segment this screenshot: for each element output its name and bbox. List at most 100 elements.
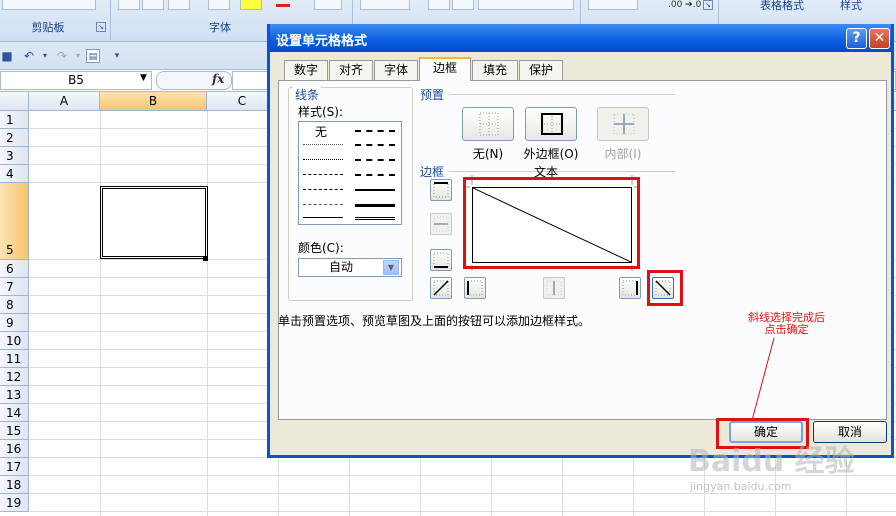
group-separator — [110, 0, 111, 40]
row-header[interactable]: 2 — [0, 129, 29, 147]
border-bottom-button[interactable] — [430, 249, 452, 271]
row-header[interactable]: 18 — [0, 476, 29, 494]
hint-text: 单击预置选项、预览草图及上面的按钮可以添加边框样式。 — [278, 314, 591, 328]
line-style-option[interactable] — [355, 217, 395, 220]
name-box[interactable]: B5 — [0, 71, 152, 90]
border-middle-horizontal-button[interactable] — [430, 213, 452, 235]
table-format-label[interactable]: 表格格式 — [760, 0, 804, 13]
preset-none-label: 无(N) — [472, 147, 504, 161]
paste-button[interactable] — [2, 0, 96, 10]
font-dropdown-button[interactable] — [314, 0, 342, 10]
column-header-a[interactable]: A — [29, 92, 100, 111]
tab-fill[interactable]: 填充 — [472, 60, 518, 80]
chart-icon[interactable]: ▤ — [86, 49, 100, 63]
close-button[interactable]: ✕ — [869, 28, 890, 49]
row-header[interactable]: 13 — [0, 386, 29, 404]
row-header-selected[interactable]: 5 — [0, 183, 29, 260]
diagonal-button-highlight-box — [647, 270, 683, 306]
italic-button[interactable] — [142, 0, 164, 10]
preset-inside-button[interactable] — [597, 107, 649, 141]
column-header-b[interactable]: B — [100, 92, 207, 111]
customize-qat-icon[interactable]: ▾ — [110, 49, 124, 63]
group-label-font: 字体 — [209, 21, 231, 34]
border-middle-vertical-button[interactable] — [543, 277, 565, 299]
save-icon[interactable]: ■ — [0, 49, 14, 63]
undo-icon[interactable]: ↶ — [22, 49, 36, 63]
line-style-option[interactable] — [355, 174, 395, 176]
row-header[interactable]: 14 — [0, 404, 29, 422]
line-style-list[interactable]: 无 — [298, 121, 402, 225]
line-style-option[interactable] — [303, 189, 343, 190]
row-header[interactable]: 4 — [0, 165, 29, 183]
line-style-none[interactable]: 无 — [315, 123, 327, 140]
fill-handle[interactable] — [203, 256, 208, 261]
indent-button-2[interactable] — [452, 0, 474, 10]
tab-number[interactable]: 数字 — [284, 60, 328, 80]
border-left-button[interactable] — [464, 277, 486, 299]
row-header[interactable]: 11 — [0, 350, 29, 368]
row-header[interactable]: 8 — [0, 296, 29, 314]
redo-dropdown-icon[interactable]: ▾ — [71, 49, 85, 63]
line-style-option[interactable] — [303, 217, 343, 218]
line-style-option[interactable] — [355, 144, 395, 146]
border-diagonal-up-button[interactable] — [430, 277, 452, 299]
decimal-buttons[interactable]: .00 ➔.0 — [668, 0, 701, 10]
styles-label[interactable]: 样式 — [840, 0, 862, 13]
row-header[interactable]: 10 — [0, 332, 29, 350]
row-header[interactable]: 7 — [0, 278, 29, 296]
diagonal-up-icon — [433, 280, 449, 296]
tab-alignment[interactable]: 对齐 — [329, 60, 373, 80]
align-buttons[interactable] — [360, 0, 410, 10]
row-header[interactable]: 16 — [0, 440, 29, 458]
color-value: 自动 — [328, 260, 353, 274]
preset-outline-button[interactable] — [525, 107, 577, 141]
select-all-corner[interactable] — [0, 92, 29, 111]
preset-none-button[interactable] — [462, 107, 514, 141]
indent-button[interactable] — [428, 0, 450, 10]
row-header[interactable]: 3 — [0, 147, 29, 165]
border-top-button[interactable] — [430, 179, 452, 201]
color-dropdown-icon[interactable]: ▼ — [383, 260, 399, 275]
wrap-text-button[interactable] — [478, 0, 574, 10]
help-button[interactable]: ? — [846, 28, 867, 49]
border-right-button[interactable] — [619, 277, 641, 299]
clipboard-launcher-icon[interactable]: ↘ — [96, 22, 106, 32]
border-middle-vertical-icon — [546, 280, 562, 296]
line-style-option[interactable] — [303, 174, 343, 175]
dialog-titlebar[interactable]: 设置单元格格式 ? ✕ — [270, 24, 891, 52]
border-button[interactable] — [208, 0, 230, 10]
row-header[interactable]: 17 — [0, 458, 29, 476]
number-launcher-icon[interactable]: ↘ — [703, 0, 713, 10]
line-style-option[interactable] — [303, 159, 343, 160]
redo-icon[interactable]: ↷ — [55, 49, 69, 63]
insert-function-icon[interactable]: fx — [212, 72, 224, 86]
undo-dropdown-icon[interactable]: ▾ — [38, 49, 52, 63]
active-cell-b5[interactable] — [100, 186, 208, 259]
bold-button[interactable] — [118, 0, 140, 10]
fill-color-button[interactable] — [240, 0, 262, 10]
line-section-label: 线条 — [293, 86, 322, 103]
tab-protection[interactable]: 保护 — [519, 60, 563, 80]
number-format-button[interactable] — [588, 0, 638, 10]
row-header[interactable]: 1 — [0, 111, 29, 129]
name-box-dropdown-icon[interactable]: ▼ — [140, 73, 147, 83]
line-style-option[interactable] — [303, 204, 343, 205]
format-cells-dialog: 设置单元格格式 ? ✕ 数字 对齐 字体 边框 填充 保护 线条 样式(S): … — [267, 24, 894, 458]
line-style-option[interactable] — [355, 204, 395, 207]
row-header[interactable]: 15 — [0, 422, 29, 440]
line-style-option[interactable] — [355, 159, 395, 161]
row-header[interactable]: 19 — [0, 494, 29, 512]
tab-border[interactable]: 边框 — [419, 57, 471, 81]
section-rule — [449, 171, 675, 172]
section-rule — [449, 94, 675, 95]
row-header[interactable]: 6 — [0, 260, 29, 278]
line-style-option[interactable] — [355, 130, 395, 132]
line-style-option[interactable] — [303, 144, 343, 145]
row-header[interactable]: 12 — [0, 368, 29, 386]
color-select[interactable]: 自动 ▼ — [298, 258, 402, 277]
tab-font[interactable]: 字体 — [374, 60, 418, 80]
gridline — [29, 511, 896, 512]
row-header[interactable]: 9 — [0, 314, 29, 332]
underline-button[interactable] — [168, 0, 190, 10]
line-style-option[interactable] — [355, 189, 395, 191]
